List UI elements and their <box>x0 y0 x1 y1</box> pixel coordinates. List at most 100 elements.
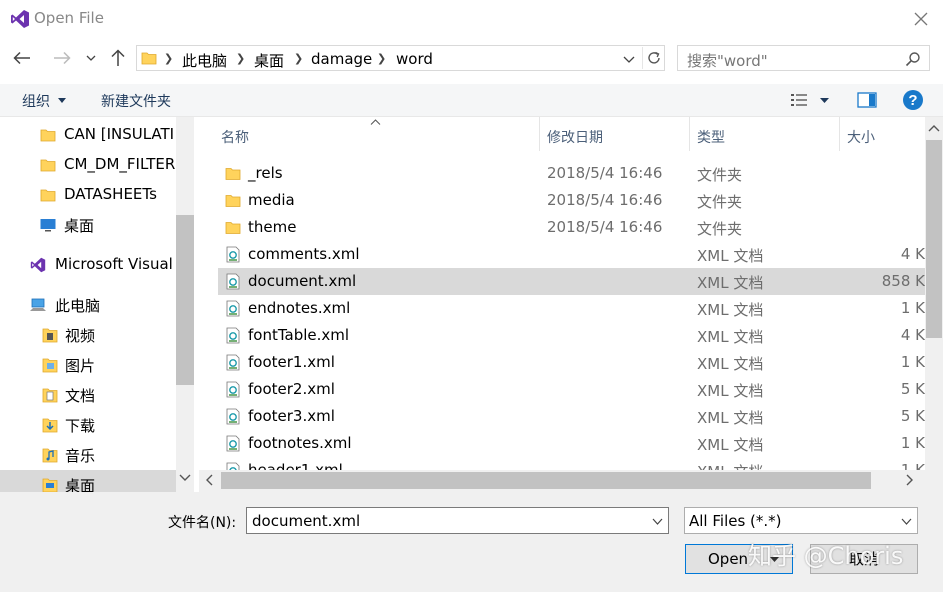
downloads-icon <box>42 418 58 433</box>
file-row[interactable]: media 2018/5/4 16:46 文件夹 <box>218 187 925 214</box>
videos-icon <box>42 328 58 343</box>
caret-down-icon <box>58 98 66 103</box>
nav-label: 此电脑 <box>55 297 101 315</box>
title-bar <box>0 0 943 38</box>
file-size: 4 K <box>900 245 925 263</box>
scroll-right-icon[interactable] <box>906 474 914 486</box>
arrow-right-icon <box>54 51 71 65</box>
file-row[interactable]: footer2.xml XML 文档 5 K <box>218 376 925 403</box>
file-name: footnotes.xml <box>248 434 352 452</box>
search-input[interactable]: 搜索"word" <box>677 45 930 71</box>
file-type: XML 文档 <box>697 382 764 400</box>
navigation-pane: CAN [INSULATI CM_DM_FILTER DATASHEETs 桌面… <box>0 117 196 492</box>
column-header-modified[interactable]: 修改日期 <box>547 127 603 147</box>
nav-item-microsoft-visual[interactable]: Microsoft Visual <box>0 250 176 280</box>
recent-locations-button[interactable] <box>81 46 101 70</box>
breadcrumb-this-pc[interactable]: 此电脑 <box>182 50 227 71</box>
file-row[interactable]: theme 2018/5/4 16:46 文件夹 <box>218 214 925 241</box>
chevron-down-icon <box>623 56 635 63</box>
breadcrumb-desktop[interactable]: 桌面 <box>254 50 284 71</box>
nav-item-pictures[interactable]: 图片 <box>0 350 176 380</box>
nav-item-datasheets[interactable]: DATASHEETs <box>0 180 176 210</box>
file-size: 858 K <box>881 272 925 290</box>
filename-label: 文件名(N): <box>168 515 237 531</box>
scroll-left-icon[interactable] <box>205 474 213 486</box>
nav-item-cm-dm-filter[interactable]: CM_DM_FILTER <box>0 150 176 180</box>
breadcrumb-damage[interactable]: damage <box>311 50 372 68</box>
forward-button[interactable] <box>50 46 74 70</box>
file-type: XML 文档 <box>697 355 764 373</box>
file-row[interactable]: endnotes.xml XML 文档 1 K <box>218 295 925 322</box>
nav-label: 下载 <box>65 417 96 435</box>
file-type: 文件夹 <box>697 220 743 238</box>
file-row[interactable]: document.xml XML 文档 858 K <box>218 268 925 295</box>
window-title: Open File <box>34 9 104 27</box>
file-name: theme <box>248 218 297 236</box>
help-icon[interactable]: ? <box>902 89 924 111</box>
file-name: comments.xml <box>248 245 360 263</box>
file-name: document.xml <box>248 272 357 290</box>
documents-icon <box>42 388 58 403</box>
new-folder-button[interactable]: 新建文件夹 <box>101 91 171 111</box>
horizontal-scrollbar-thumb[interactable] <box>221 472 871 489</box>
nav-label: 桌面 <box>65 477 96 492</box>
preview-pane-icon[interactable] <box>857 91 877 109</box>
scroll-up-icon[interactable] <box>928 124 940 132</box>
nav-item-downloads[interactable]: 下载 <box>0 410 176 440</box>
file-type-filter[interactable]: All Files (*.*) <box>684 507 918 534</box>
file-row[interactable]: footer3.xml XML 文档 5 K <box>218 403 925 430</box>
file-row[interactable]: _rels 2018/5/4 16:46 文件夹 <box>218 160 925 187</box>
back-button[interactable] <box>10 46 34 70</box>
folder-icon <box>40 159 56 172</box>
file-size: 5 K <box>900 407 925 425</box>
file-name: fontTable.xml <box>248 326 350 344</box>
nav-item-can[interactable]: CAN [INSULATI <box>0 120 176 150</box>
file-name: _rels <box>248 164 283 182</box>
svg-text:?: ? <box>908 92 917 109</box>
filename-input[interactable]: document.xml <box>246 507 669 534</box>
vertical-scrollbar-thumb[interactable] <box>926 140 942 338</box>
file-name: footer3.xml <box>248 407 335 425</box>
column-header-name[interactable]: 名称 <box>221 127 249 147</box>
nav-item-videos[interactable]: 视频 <box>0 320 176 350</box>
file-type: XML 文档 <box>697 409 764 427</box>
address-bar[interactable]: ❯ 此电脑 ❯ 桌面 ❯ damage ❯ word <box>136 45 665 71</box>
file-name: footer2.xml <box>248 380 335 398</box>
organize-button[interactable]: 组织 <box>22 91 50 111</box>
refresh-button[interactable] <box>642 47 665 69</box>
file-modified: 2018/5/4 16:46 <box>547 164 663 182</box>
nav-label: 文档 <box>65 387 96 405</box>
nav-item-desktop[interactable]: 桌面 <box>0 210 176 240</box>
nav-label: DATASHEETs <box>64 185 157 203</box>
folder-icon <box>225 222 241 234</box>
xml-file-icon <box>226 354 240 371</box>
desktop-folder-icon <box>42 478 58 492</box>
file-row[interactable]: fontTable.xml XML 文档 4 K <box>218 322 925 349</box>
nav-item-documents[interactable]: 文档 <box>0 380 176 410</box>
column-header-type[interactable]: 类型 <box>697 127 725 147</box>
file-row[interactable]: footnotes.xml XML 文档 1 K <box>218 430 925 457</box>
file-modified: 2018/5/4 16:46 <box>547 191 663 209</box>
filename-value: document.xml <box>252 512 361 530</box>
nav-item-music[interactable]: 音乐 <box>0 440 176 470</box>
open-label: Open <box>708 550 749 568</box>
breadcrumb-word[interactable]: word <box>396 50 433 68</box>
chevron-down-icon <box>901 518 912 525</box>
file-row[interactable]: comments.xml XML 文档 4 K <box>218 241 925 268</box>
xml-file-icon <box>226 327 240 344</box>
nav-item-desktop-folder[interactable]: 桌面 <box>0 470 176 492</box>
file-row[interactable]: footer1.xml XML 文档 1 K <box>218 349 925 376</box>
file-type: XML 文档 <box>697 328 764 346</box>
close-button[interactable] <box>906 6 936 32</box>
up-button[interactable] <box>106 46 130 70</box>
nav-item-this-pc[interactable]: 此电脑 <box>0 290 176 320</box>
nav-scrollbar-thumb[interactable] <box>176 215 194 385</box>
folder-icon <box>40 189 56 202</box>
column-header-size[interactable]: 大小 <box>847 127 875 147</box>
file-type: 文件夹 <box>697 166 743 184</box>
scroll-down-icon[interactable] <box>179 474 191 482</box>
nav-label: 视频 <box>65 327 96 345</box>
folder-icon <box>225 168 241 180</box>
folder-icon <box>40 129 56 142</box>
command-bar: 组织 新建文件夹 ? <box>0 84 943 117</box>
